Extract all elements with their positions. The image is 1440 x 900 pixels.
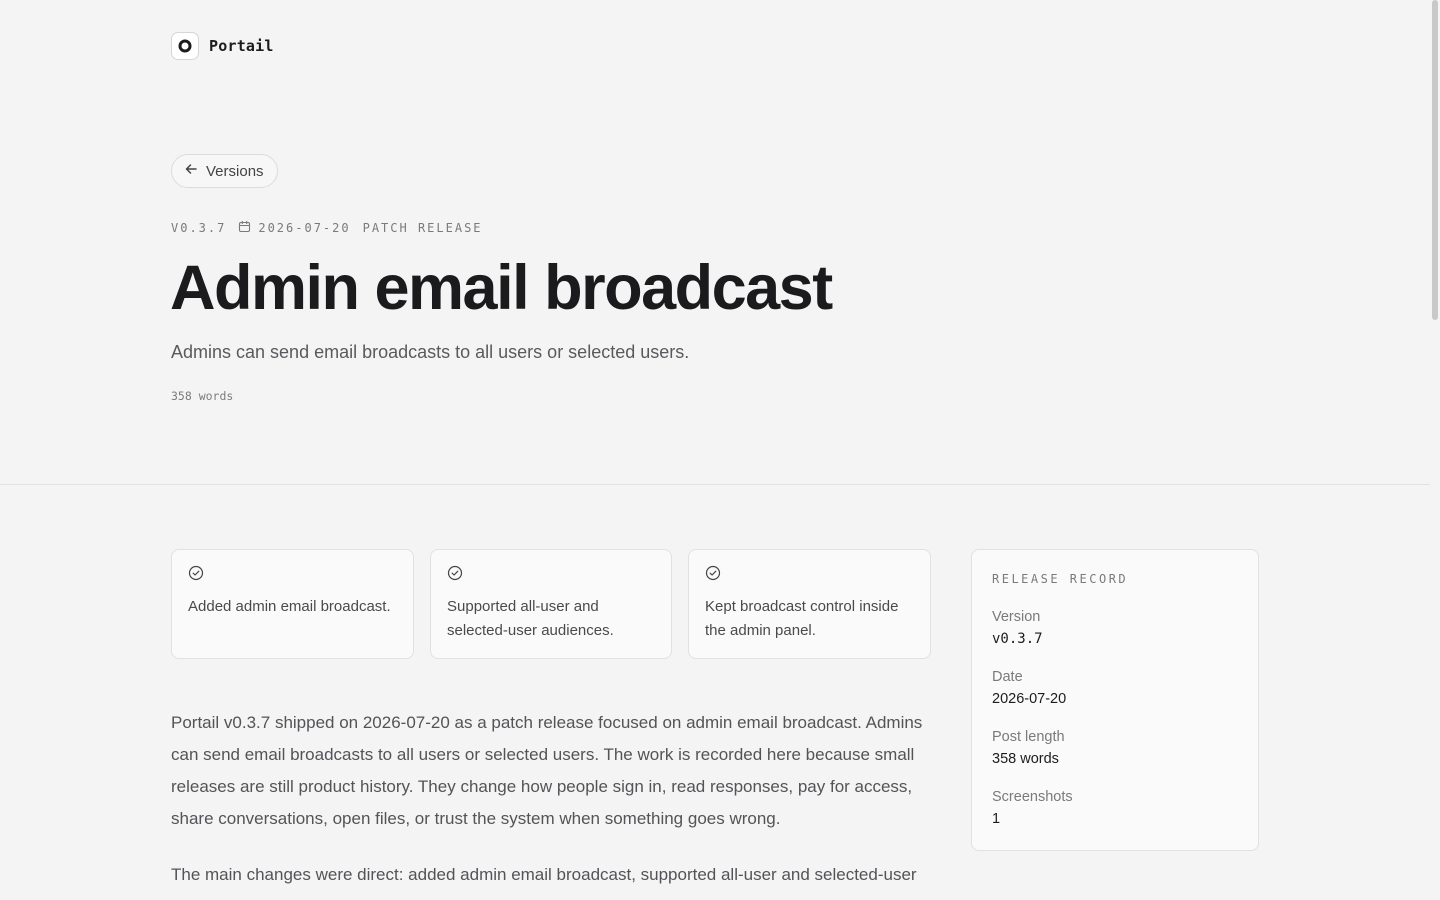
record-item-version: Version v0.3.7: [992, 607, 1238, 651]
release-type: PATCH RELEASE: [362, 221, 483, 235]
record-value: 1: [992, 811, 1001, 827]
portail-logo-icon: [171, 32, 199, 60]
calendar-icon: [238, 220, 251, 236]
release-record-title: RELEASE RECORD: [992, 572, 1129, 586]
page-title: Admin email broadcast: [170, 253, 833, 323]
arrow-left-icon: [184, 162, 198, 180]
highlight-text: Supported all-user and selected-user aud…: [447, 598, 614, 639]
check-circle-icon: [705, 565, 721, 581]
record-item-screenshots: Screenshots 1: [992, 787, 1238, 831]
record-label: Post length: [992, 729, 1065, 745]
highlight-card: Supported all-user and selected-user aud…: [430, 549, 672, 659]
section-divider: [0, 484, 1430, 485]
record-value: 358 words: [992, 751, 1059, 767]
body-paragraph: The main changes were direct: added admi…: [171, 865, 917, 884]
record-label: Date: [992, 669, 1023, 685]
highlight-text: Kept broadcast control inside the admin …: [705, 598, 899, 639]
record-label: Screenshots: [992, 789, 1073, 805]
page-scrollbar[interactable]: [1430, 0, 1440, 900]
back-button-label: Versions: [206, 162, 264, 180]
record-item-date: Date 2026-07-20: [992, 667, 1238, 711]
record-value: 2026-07-20: [992, 691, 1067, 707]
brand-name: Portail: [209, 37, 274, 55]
highlight-text: Added admin email broadcast.: [188, 598, 391, 615]
record-value: v0.3.7: [992, 631, 1043, 647]
brand[interactable]: Portail: [171, 32, 274, 60]
highlight-card: Added admin email broadcast.: [171, 549, 414, 659]
record-label: Version: [992, 609, 1041, 625]
release-record-panel: RELEASE RECORD Version v0.3.7 Date 2026-…: [971, 549, 1259, 851]
record-item-post-length: Post length 358 words: [992, 727, 1238, 771]
page-subtitle: Admins can send email broadcasts to all …: [171, 342, 690, 362]
body-paragraph: Portail v0.3.7 shipped on 2026-07-20 as …: [171, 713, 923, 828]
check-circle-icon: [447, 565, 463, 581]
word-count: 358 words: [171, 389, 234, 403]
check-circle-icon: [188, 565, 204, 581]
release-date-text: 2026-07-20: [258, 221, 351, 235]
back-to-versions-button[interactable]: Versions: [171, 154, 278, 188]
scrollbar-thumb[interactable]: [1432, 0, 1438, 320]
highlight-card: Kept broadcast control inside the admin …: [688, 549, 931, 659]
version-tag: V0.3.7: [171, 221, 227, 235]
release-date: 2026-07-20: [238, 220, 350, 236]
release-meta: V0.3.7 2026-07-20 PATCH RELEASE: [171, 220, 483, 236]
